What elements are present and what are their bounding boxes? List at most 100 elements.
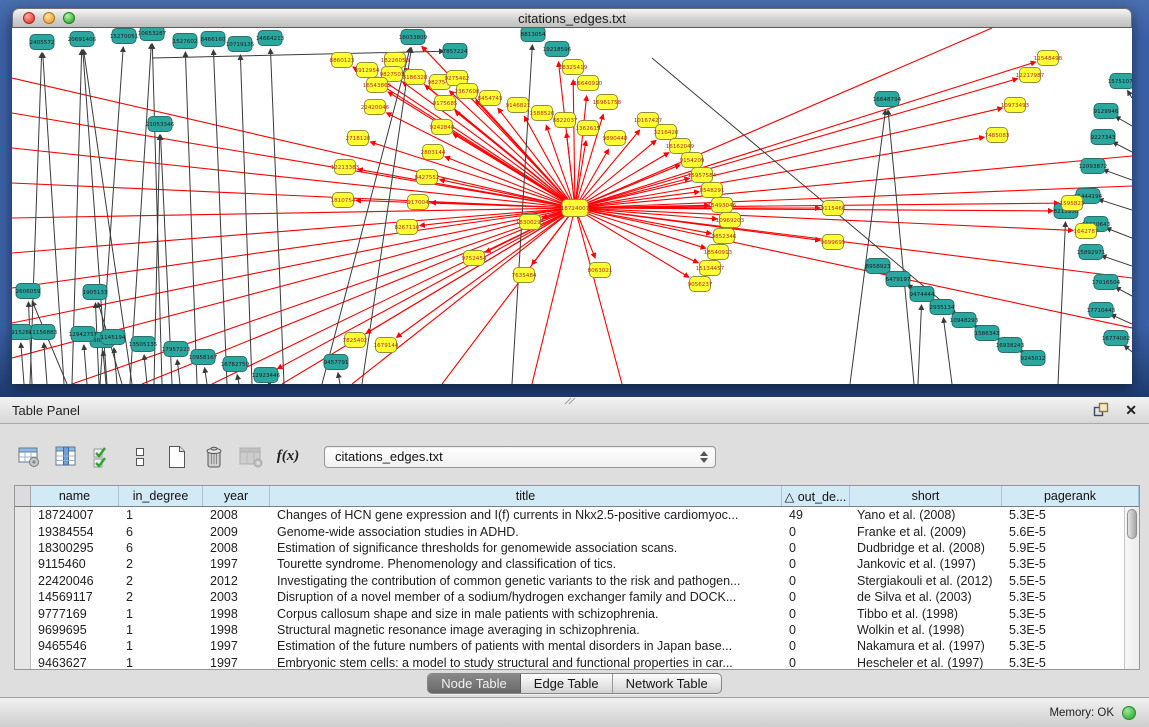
table-selector[interactable]: citations_edges.txt: [324, 446, 716, 468]
column-header-in_degree[interactable]: in_degree: [119, 486, 203, 506]
graph-node[interactable]: 1810754: [331, 193, 356, 208]
function-builder-button[interactable]: f(x): [275, 444, 301, 470]
graph-node[interactable]: 18300295: [516, 215, 545, 230]
graph-node[interactable]: 2606059: [16, 284, 41, 299]
graph-node[interactable]: 15493046: [708, 198, 737, 213]
select-all-button[interactable]: [90, 444, 116, 470]
graph-node[interactable]: 3216420: [654, 125, 679, 140]
graph-node[interactable]: 917004: [407, 195, 429, 210]
graph-node[interactable]: 9474444: [910, 287, 935, 302]
network-canvas[interactable]: 2405572206914061527005110653287152760284…: [12, 28, 1132, 384]
graph-node[interactable]: 15751074: [1108, 74, 1132, 89]
graph-node[interactable]: 7485083: [985, 128, 1010, 143]
graph-node[interactable]: 19218596: [543, 42, 572, 57]
graph-node[interactable]: 9227343: [1091, 130, 1116, 145]
graph-node[interactable]: 8267110: [395, 220, 420, 235]
graph-node[interactable]: 9115460: [821, 201, 846, 216]
graph-node[interactable]: 18724007: [561, 200, 590, 217]
vertical-scrollbar[interactable]: [1124, 507, 1139, 669]
table-row[interactable]: 1938455462009Genome-wide association stu…: [15, 523, 1139, 539]
graph-node[interactable]: 9154209: [680, 153, 705, 168]
tab-network-table[interactable]: Network Table: [613, 674, 721, 693]
graph-node[interactable]: 2718120: [346, 131, 371, 146]
graph-node[interactable]: 9752454: [462, 251, 487, 266]
graph-node[interactable]: 10948293: [950, 313, 979, 328]
graph-node[interactable]: 15134457: [696, 261, 725, 276]
graph-node[interactable]: 16938243: [996, 338, 1025, 353]
graph-node[interactable]: 9699695: [821, 235, 846, 250]
close-panel-icon[interactable]: ✕: [1125, 403, 1137, 417]
graph-node[interactable]: 15957584: [688, 168, 717, 183]
table-row[interactable]: 1872400712008Changes of HCN gene express…: [15, 507, 1139, 523]
tab-edge-table[interactable]: Edge Table: [521, 674, 613, 693]
graph-node[interactable]: 12213383: [331, 160, 360, 175]
graph-node[interactable]: 10973493: [1001, 98, 1030, 113]
column-header-title[interactable]: title: [270, 486, 782, 506]
create-column-button[interactable]: [164, 444, 190, 470]
table-mode-button[interactable]: [16, 444, 42, 470]
graph-node[interactable]: 9890448: [603, 131, 628, 146]
graph-node[interactable]: 1145194: [101, 330, 126, 345]
graph-node[interactable]: 9056237: [688, 277, 713, 292]
graph-node[interactable]: 1527602: [173, 34, 198, 49]
table-row[interactable]: 2242004622012Investigating the contribut…: [15, 573, 1139, 589]
graph-node[interactable]: 15892971: [1077, 245, 1106, 260]
tab-node-table[interactable]: Node Table: [428, 674, 521, 693]
graph-node[interactable]: 1586343: [975, 326, 1000, 341]
graph-node[interactable]: 11548498: [1034, 51, 1063, 66]
graph-node[interactable]: 2935134: [930, 300, 955, 315]
graph-node[interactable]: 8466160: [201, 32, 226, 47]
graph-node[interactable]: 2803144: [421, 145, 446, 160]
column-header-short[interactable]: short: [850, 486, 1002, 506]
graph-node[interactable]: 1588520: [530, 106, 555, 121]
graph-node[interactable]: 9852346: [712, 229, 737, 244]
graph-node[interactable]: 9457791: [324, 355, 349, 370]
graph-node[interactable]: 8822037: [553, 113, 578, 128]
zoom-button[interactable]: [63, 12, 75, 24]
graph-node[interactable]: 7857224: [443, 44, 468, 59]
graph-node[interactable]: 9242848: [430, 120, 455, 135]
graph-node[interactable]: 12217987: [1016, 68, 1045, 83]
panel-resize-grip[interactable]: [563, 397, 577, 405]
float-panel-icon[interactable]: [1093, 402, 1110, 418]
graph-node[interactable]: 16774082: [1102, 331, 1130, 346]
graph-node[interactable]: 16162049: [666, 139, 695, 154]
delete-column-button[interactable]: [201, 444, 227, 470]
graph-node[interactable]: 18226058: [381, 53, 410, 68]
column-header-name[interactable]: name: [31, 486, 119, 506]
graph-node[interactable]: 8063021: [588, 263, 613, 278]
graph-node[interactable]: 22420046: [361, 100, 390, 115]
graph-node[interactable]: 2405572: [30, 35, 55, 50]
graph-node[interactable]: 17957223: [162, 342, 191, 357]
graph-node[interactable]: 20691406: [68, 32, 97, 47]
table-row[interactable]: 946554611997Estimation of the future num…: [15, 638, 1139, 654]
graph-node[interactable]: 8860123: [330, 53, 355, 68]
graph-node[interactable]: 8548291: [700, 183, 725, 198]
graph-node[interactable]: 18540913: [704, 245, 733, 260]
graph-node[interactable]: 11156883: [29, 325, 58, 340]
graph-node[interactable]: 16640910: [574, 76, 603, 91]
graph-node[interactable]: 10958167: [189, 350, 218, 365]
network-window-titlebar[interactable]: citations_edges.txt: [12, 8, 1132, 28]
graph-node[interactable]: 16033809: [399, 30, 428, 45]
graph-node[interactable]: 6479197: [886, 272, 911, 287]
graph-node[interactable]: 12093872: [1079, 159, 1107, 174]
graph-node[interactable]: 8186328: [403, 70, 428, 85]
graph-node[interactable]: 10653287: [138, 28, 167, 41]
graph-node[interactable]: 9146821: [506, 98, 531, 113]
graph-node[interactable]: 8912954: [355, 63, 380, 78]
graph-node[interactable]: 18325419: [559, 60, 588, 75]
graph-node[interactable]: 16961758: [593, 95, 622, 110]
graph-node[interactable]: 9129946: [1094, 104, 1119, 119]
minimize-button[interactable]: [43, 12, 55, 24]
graph-node[interactable]: 10719135: [226, 37, 255, 52]
table-row[interactable]: 969969511998Structural magnetic resonanc…: [15, 622, 1139, 638]
graph-node[interactable]: 13505135: [129, 337, 158, 352]
graph-node[interactable]: 14664213: [256, 31, 285, 46]
scrollbar-thumb[interactable]: [1127, 509, 1137, 539]
graph-node[interactable]: 17710443: [1087, 303, 1116, 318]
graph-node[interactable]: 9175685: [433, 96, 458, 111]
column-header-year[interactable]: year: [203, 486, 270, 506]
graph-node[interactable]: 1905133: [83, 285, 108, 300]
graph-node[interactable]: 7825402: [343, 333, 368, 348]
